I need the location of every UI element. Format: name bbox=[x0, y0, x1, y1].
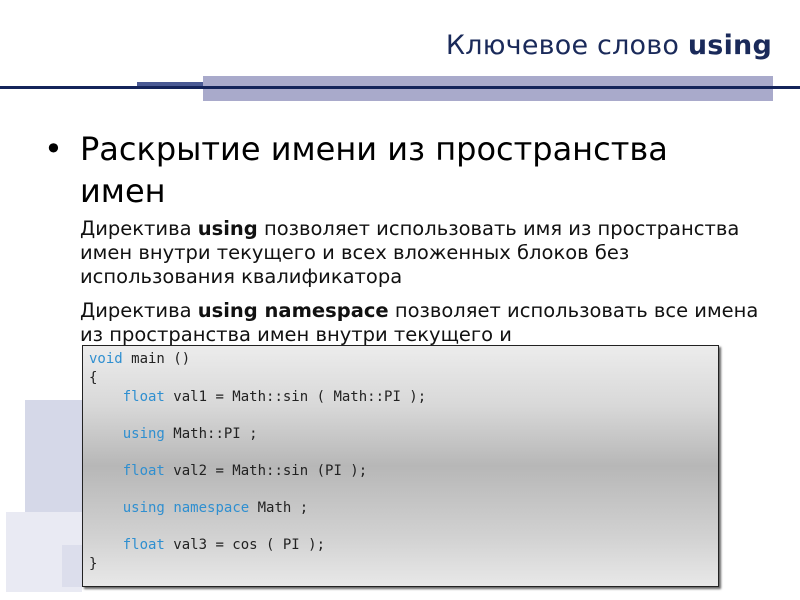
code-text: { bbox=[89, 370, 98, 386]
code-line: float val2 = Math::sin (PI ); bbox=[89, 462, 718, 481]
bullet-text: Раскрытие имени из пространства имен bbox=[80, 130, 668, 210]
code-keyword: using bbox=[122, 426, 165, 442]
bullet-icon: • bbox=[44, 130, 63, 168]
para-keyword: using namespace bbox=[197, 299, 389, 322]
code-text: val2 = Math::sin (PI ); bbox=[164, 463, 368, 479]
para-text: Директива bbox=[80, 217, 198, 240]
code-line: } bbox=[89, 555, 718, 574]
code-line: float val1 = Math::sin ( Math::PI ); bbox=[89, 388, 718, 407]
code-text: main () bbox=[122, 351, 191, 367]
title-rule-line bbox=[0, 86, 800, 89]
code-text: } bbox=[89, 556, 98, 572]
para-keyword: using bbox=[197, 217, 258, 240]
code-text: val3 = cos ( PI ); bbox=[164, 537, 326, 553]
code-line: using Math::PI ; bbox=[89, 425, 718, 444]
paragraph-using: Директива using позволяет использовать и… bbox=[80, 217, 760, 289]
slide-title: Ключевое слово using bbox=[446, 30, 772, 61]
para-text: Директива bbox=[80, 299, 198, 322]
decorative-block bbox=[62, 545, 82, 587]
code-line: using namespace Math ; bbox=[89, 499, 718, 518]
code-text: Math ; bbox=[249, 500, 309, 516]
code-keyword: float bbox=[122, 463, 165, 479]
code-keyword: float bbox=[122, 537, 165, 553]
title-text: Ключевое слово bbox=[445, 30, 688, 61]
code-block: void main () { float val1 = Math::sin ( … bbox=[82, 345, 719, 587]
code-text: Math::PI ; bbox=[164, 426, 258, 442]
code-keyword: namespace bbox=[173, 500, 250, 516]
code-line: { bbox=[89, 369, 718, 388]
code-keyword: using bbox=[122, 500, 165, 516]
code-keyword: void bbox=[89, 351, 123, 367]
code-line: float val3 = cos ( PI ); bbox=[89, 536, 718, 555]
code-text: val1 = Math::sin ( Math::PI ); bbox=[164, 389, 427, 405]
code-keyword: float bbox=[122, 389, 165, 405]
paragraph-using-namespace: Директива using namespace позволяет испо… bbox=[80, 299, 760, 347]
title-keyword: using bbox=[687, 30, 772, 61]
code-line: void main () bbox=[89, 350, 718, 369]
